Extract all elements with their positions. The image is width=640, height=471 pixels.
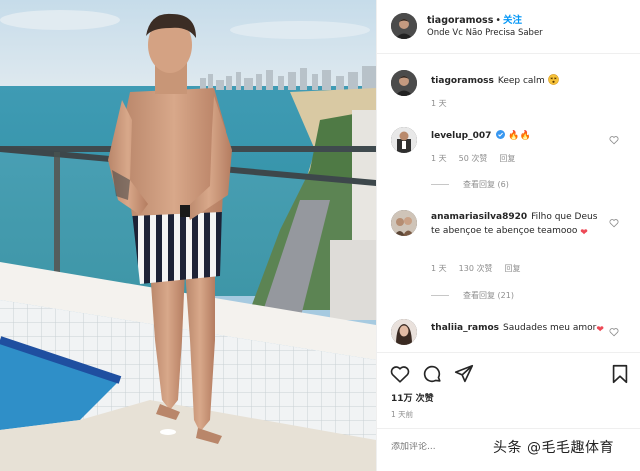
caption-meta: 1 天 [431,98,459,109]
comment-username[interactable]: levelup_007 [431,131,491,141]
comment-time: 1 天 [431,154,447,163]
reply-button[interactable]: 回复 [504,264,520,273]
comment-text-block: thaliia_ramos Saudades meu amor❤ [431,321,609,337]
comment-meta: 1 天 130 次赞 回复 [431,263,532,274]
post-like-count[interactable]: 11万 次赞 [391,391,434,404]
comment-text: Saudades meu amor [503,323,597,333]
comment-like-heart-icon[interactable] [609,327,619,337]
view-replies-button[interactable]: 查看回复 (6) [431,179,509,190]
post-side-panel: tiagoramoss • 关注 Onde Vc Não Precisa Saber… [376,0,640,471]
verified-badge-icon [496,130,506,139]
red-heart-emoji: ❤ [596,325,604,335]
post-photo[interactable] [0,0,376,471]
comment-meta: 1 天 50 次赞 回复 [431,153,527,164]
post-header: tiagoramoss • 关注 Onde Vc Não Precisa Saber [377,0,640,54]
post-timestamp: 1 天前 [391,410,414,419]
post-location[interactable]: Onde Vc Não Precisa Saber [427,28,543,38]
commenter-avatar[interactable] [391,210,417,236]
caption-text: Keep calm [497,76,545,86]
follow-button[interactable]: 关注 [503,15,522,26]
author-line: tiagoramoss • 关注 [427,12,522,26]
comment-text-block: levelup_007 🔥🔥 [431,129,609,143]
author-username[interactable]: tiagoramoss [427,15,493,26]
view-replies-button[interactable]: 查看回复 (21) [431,290,514,301]
caption-username[interactable]: tiagoramoss [431,76,494,86]
replies-divider [431,295,449,296]
bookmark-icon[interactable] [609,363,631,385]
reply-button[interactable]: 回复 [499,154,515,163]
comment-composer: 头条 @毛毛趣体育 [377,428,640,471]
commenter-avatar[interactable] [391,127,417,153]
comment-text-block: anamariasilva8920 Filho que Deus te abenç… [431,210,609,240]
replies-divider [431,184,449,185]
heart-icon[interactable] [389,363,411,385]
caption-text-block: tiagoramoss Keep calm [431,74,609,88]
comment-likes[interactable]: 130 次赞 [459,264,493,273]
photo-illustration [0,0,376,471]
view-replies-label: 查看回复 (21) [463,291,514,300]
separator-dot: • [495,15,501,26]
comment-icon[interactable] [421,363,443,385]
dizzy-face-icon [547,74,559,85]
comment-username[interactable]: thaliia_ramos [431,323,499,333]
comment-text: 🔥🔥 [508,131,531,141]
comment-like-heart-icon[interactable] [609,218,619,228]
red-heart-emoji: ❤ [580,228,588,238]
caption-avatar[interactable] [391,70,417,96]
add-comment-input[interactable] [391,442,491,452]
commenter-avatar[interactable] [391,319,417,345]
comment-like-heart-icon[interactable] [609,135,619,145]
comment-time: 1 天 [431,264,447,273]
share-icon[interactable] [453,363,475,385]
view-replies-label: 查看回复 (6) [463,180,509,189]
caption-time: 1 天 [431,99,447,108]
comment-likes[interactable]: 50 次赞 [459,154,488,163]
source-watermark: 头条 @毛毛趣体育 [493,440,614,456]
author-avatar[interactable] [391,13,417,39]
comment-username[interactable]: anamariasilva8920 [431,212,527,222]
